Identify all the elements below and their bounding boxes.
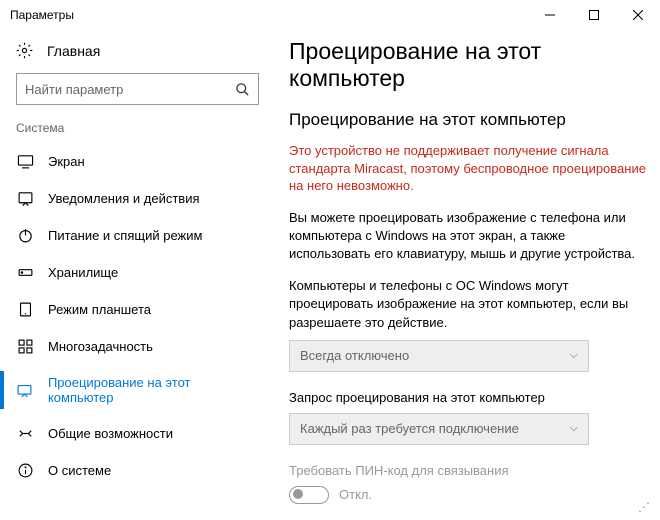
- sidebar: Главная Найти параметр Система Экран Уве…: [0, 30, 275, 520]
- allow-projection-dropdown[interactable]: Всегда отключено ⌵: [289, 340, 589, 372]
- sidebar-item-display[interactable]: Экран: [0, 143, 275, 180]
- close-button[interactable]: [616, 0, 660, 30]
- pin-label: Требовать ПИН-код для связывания: [289, 463, 650, 478]
- storage-icon: [16, 264, 34, 281]
- tablet-icon: [16, 301, 34, 318]
- page-title: Проецирование на этот компьютер: [289, 38, 650, 92]
- titlebar: Параметры: [0, 0, 660, 30]
- sidebar-item-shared[interactable]: Общие возможности: [0, 415, 275, 452]
- setting-ask-projection: Запрос проецирования на этот компьютер К…: [289, 390, 650, 445]
- search-icon: [235, 82, 250, 97]
- maximize-button[interactable]: [572, 0, 616, 30]
- projecting-icon: [16, 382, 34, 399]
- sidebar-item-notifications[interactable]: Уведомления и действия: [0, 180, 275, 217]
- sidebar-item-multitasking[interactable]: Многозадачность: [0, 328, 275, 365]
- gear-icon: [16, 42, 33, 59]
- sidebar-item-label: Проецирование на этот компьютер: [48, 375, 259, 405]
- resize-grip-icon[interactable]: ⋰: [638, 500, 652, 514]
- home-label: Главная: [47, 43, 100, 59]
- info-icon: [16, 462, 34, 479]
- sidebar-item-label: Питание и спящий режим: [48, 228, 202, 243]
- miracast-warning: Это устройство не поддерживает получение…: [289, 142, 650, 195]
- sidebar-item-label: Экран: [48, 154, 85, 169]
- setting-allow-projection: Компьютеры и телефоны с ОС Windows могут…: [289, 277, 650, 372]
- pin-toggle-row: Откл.: [289, 486, 650, 504]
- window-title: Параметры: [10, 8, 74, 22]
- toggle-state-label: Откл.: [339, 487, 372, 502]
- window-controls: [528, 0, 660, 30]
- chevron-down-icon: ⌵: [570, 349, 578, 362]
- sidebar-item-tablet[interactable]: Режим планшета: [0, 291, 275, 328]
- main-panel: Проецирование на этот компьютер Проециро…: [275, 30, 660, 520]
- sidebar-item-label: Режим планшета: [48, 302, 151, 317]
- setting-description: Компьютеры и телефоны с ОС Windows могут…: [289, 277, 650, 332]
- dropdown-value: Каждый раз требуется подключение: [300, 421, 519, 436]
- sidebar-item-label: Хранилище: [48, 265, 118, 280]
- monitor-icon: [16, 153, 34, 170]
- home-nav[interactable]: Главная: [0, 36, 275, 73]
- shared-icon: [16, 425, 34, 442]
- sidebar-item-label: Многозадачность: [48, 339, 153, 354]
- search-input[interactable]: Найти параметр: [16, 73, 259, 105]
- sidebar-item-power[interactable]: Питание и спящий режим: [0, 217, 275, 254]
- sidebar-item-label: О системе: [48, 463, 111, 478]
- minimize-button[interactable]: [528, 0, 572, 30]
- sidebar-section-label: Система: [0, 121, 275, 143]
- projection-description: Вы можете проецировать изображение с тел…: [289, 209, 650, 264]
- power-icon: [16, 227, 34, 244]
- pin-toggle[interactable]: [289, 486, 329, 504]
- sidebar-item-label: Уведомления и действия: [48, 191, 200, 206]
- search-placeholder: Найти параметр: [25, 82, 123, 97]
- sidebar-item-label: Общие возможности: [48, 426, 173, 441]
- setting-label: Запрос проецирования на этот компьютер: [289, 390, 650, 405]
- notification-icon: [16, 190, 34, 207]
- multitasking-icon: [16, 338, 34, 355]
- sidebar-item-storage[interactable]: Хранилище: [0, 254, 275, 291]
- section-heading: Проецирование на этот компьютер: [289, 110, 650, 130]
- dropdown-value: Всегда отключено: [300, 348, 409, 363]
- chevron-down-icon: ⌵: [570, 422, 578, 435]
- ask-projection-dropdown[interactable]: Каждый раз требуется подключение ⌵: [289, 413, 589, 445]
- sidebar-item-projecting[interactable]: Проецирование на этот компьютер: [0, 365, 275, 415]
- toggle-knob: [293, 489, 303, 499]
- sidebar-item-about[interactable]: О системе: [0, 452, 275, 489]
